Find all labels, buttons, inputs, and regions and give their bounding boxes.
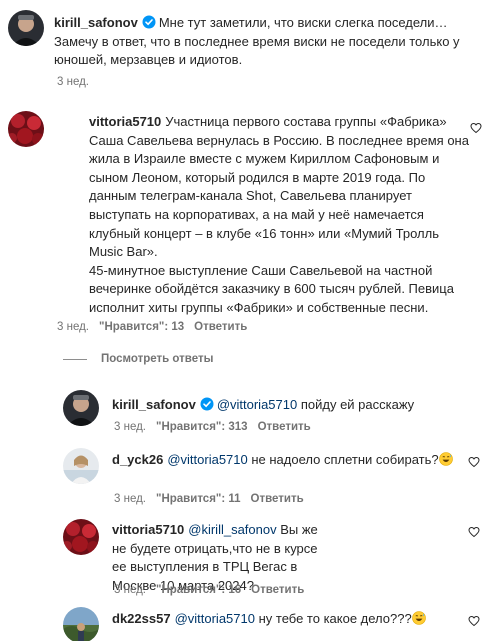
mention-link[interactable]: @kirill_safonov <box>188 522 276 537</box>
reply-dk22ss57: dk22ss57 @vittoria5710 ну тебе то какое д… <box>0 603 491 641</box>
verified-badge-icon <box>200 397 214 411</box>
reply-username[interactable]: vittoria5710 <box>112 522 184 537</box>
comment-text: kirill_safonov Мне тут заметили, что виск… <box>54 14 479 70</box>
reply-body: пойду ей расскажу <box>300 397 415 412</box>
heart-outline-icon[interactable] <box>468 526 480 538</box>
heart-outline-icon[interactable] <box>470 122 482 134</box>
reply-username[interactable]: dk22ss57 <box>112 611 171 626</box>
comment-text: vittoria5710 Участница первого состава гр… <box>89 113 469 318</box>
reply-time[interactable]: 3 нед. <box>114 493 146 505</box>
mention-link[interactable]: @vittoria5710 <box>167 452 247 467</box>
reply-meta: 3 нед. "Нравится": 11 Ответить <box>114 493 314 505</box>
avatar[interactable] <box>63 607 99 641</box>
reply-username[interactable]: d_yck26 <box>112 452 163 467</box>
comment-body-continued: 45-минутное выступление Саши Савельевой … <box>89 262 454 315</box>
reply-likes[interactable]: "Нравится": 11 <box>156 493 241 505</box>
reply-text: kirill_safonov @vittoria5710 пойду ей рас… <box>112 396 472 415</box>
reply-username[interactable]: kirill_safonov <box>112 397 196 412</box>
reply-button[interactable]: Ответить <box>251 493 304 505</box>
reply-button[interactable]: Ответить <box>258 421 311 433</box>
reply-body: ну тебе то какое дело??? <box>258 611 412 626</box>
comment-time[interactable]: 3 нед. <box>57 321 89 333</box>
view-replies-button[interactable]: Посмотреть ответы <box>63 353 213 365</box>
grinning-sweat-emoji-icon <box>438 452 453 466</box>
reply-likes[interactable]: "Нравится": 313 <box>156 421 248 433</box>
reply-kirill-safonov: kirill_safonov @vittoria5710 пойду ей рас… <box>0 385 491 437</box>
view-replies-label: Посмотреть ответы <box>101 353 214 365</box>
reply-button[interactable]: Ответить <box>251 584 304 596</box>
grinning-sweat-emoji-icon <box>411 611 426 625</box>
reply-text: dk22ss57 @vittoria5710 ну тебе то какое д… <box>112 610 472 629</box>
avatar[interactable] <box>63 448 99 484</box>
comment-username[interactable]: kirill_safonov <box>54 15 138 30</box>
comment-body: Участница первого состава группы «Фабрик… <box>89 114 469 260</box>
mention-link[interactable]: @vittoria5710 <box>175 611 255 626</box>
comment-meta: 3 нед. <box>57 76 99 88</box>
reply-d-yck26: d_yck26 @vittoria5710 не надоело сплетни … <box>0 445 491 510</box>
reply-time[interactable]: 3 нед. <box>114 584 146 596</box>
comment-time[interactable]: 3 нед. <box>57 76 89 88</box>
mention-link[interactable]: @vittoria5710 <box>217 397 297 412</box>
reply-meta: 3 нед. "Нравится": 16 Ответить <box>114 584 314 596</box>
comment-username[interactable]: vittoria5710 <box>89 114 161 129</box>
reply-text: d_yck26 @vittoria5710 не надоело сплетни … <box>112 451 472 470</box>
avatar[interactable] <box>63 519 99 555</box>
comment-meta: 3 нед. "Нравится": 13 Ответить <box>57 321 257 333</box>
reply-vittoria5710: vittoria5710 @kirill_safonov Вы же не буд… <box>0 515 491 600</box>
comment-vittoria5710: vittoria5710 Участница первого состава гр… <box>0 100 491 340</box>
reply-time[interactable]: 3 нед. <box>114 421 146 433</box>
avatar[interactable] <box>8 111 44 147</box>
verified-badge-icon <box>142 15 156 29</box>
heart-outline-icon[interactable] <box>468 615 480 627</box>
reply-body: не надоело сплетни собирать? <box>251 452 439 467</box>
comment-kirill-safonov: kirill_safonov Мне тут заметили, что виск… <box>0 0 491 95</box>
avatar[interactable] <box>8 10 44 46</box>
heart-outline-icon[interactable] <box>468 456 480 468</box>
reply-button[interactable]: Ответить <box>194 321 247 333</box>
divider <box>63 358 87 360</box>
reply-likes[interactable]: "Нравится": 16 <box>156 584 241 596</box>
comment-likes[interactable]: "Нравится": 13 <box>99 321 184 333</box>
reply-meta: 3 нед. "Нравится": 313 Ответить <box>114 421 321 433</box>
avatar[interactable] <box>63 390 99 426</box>
